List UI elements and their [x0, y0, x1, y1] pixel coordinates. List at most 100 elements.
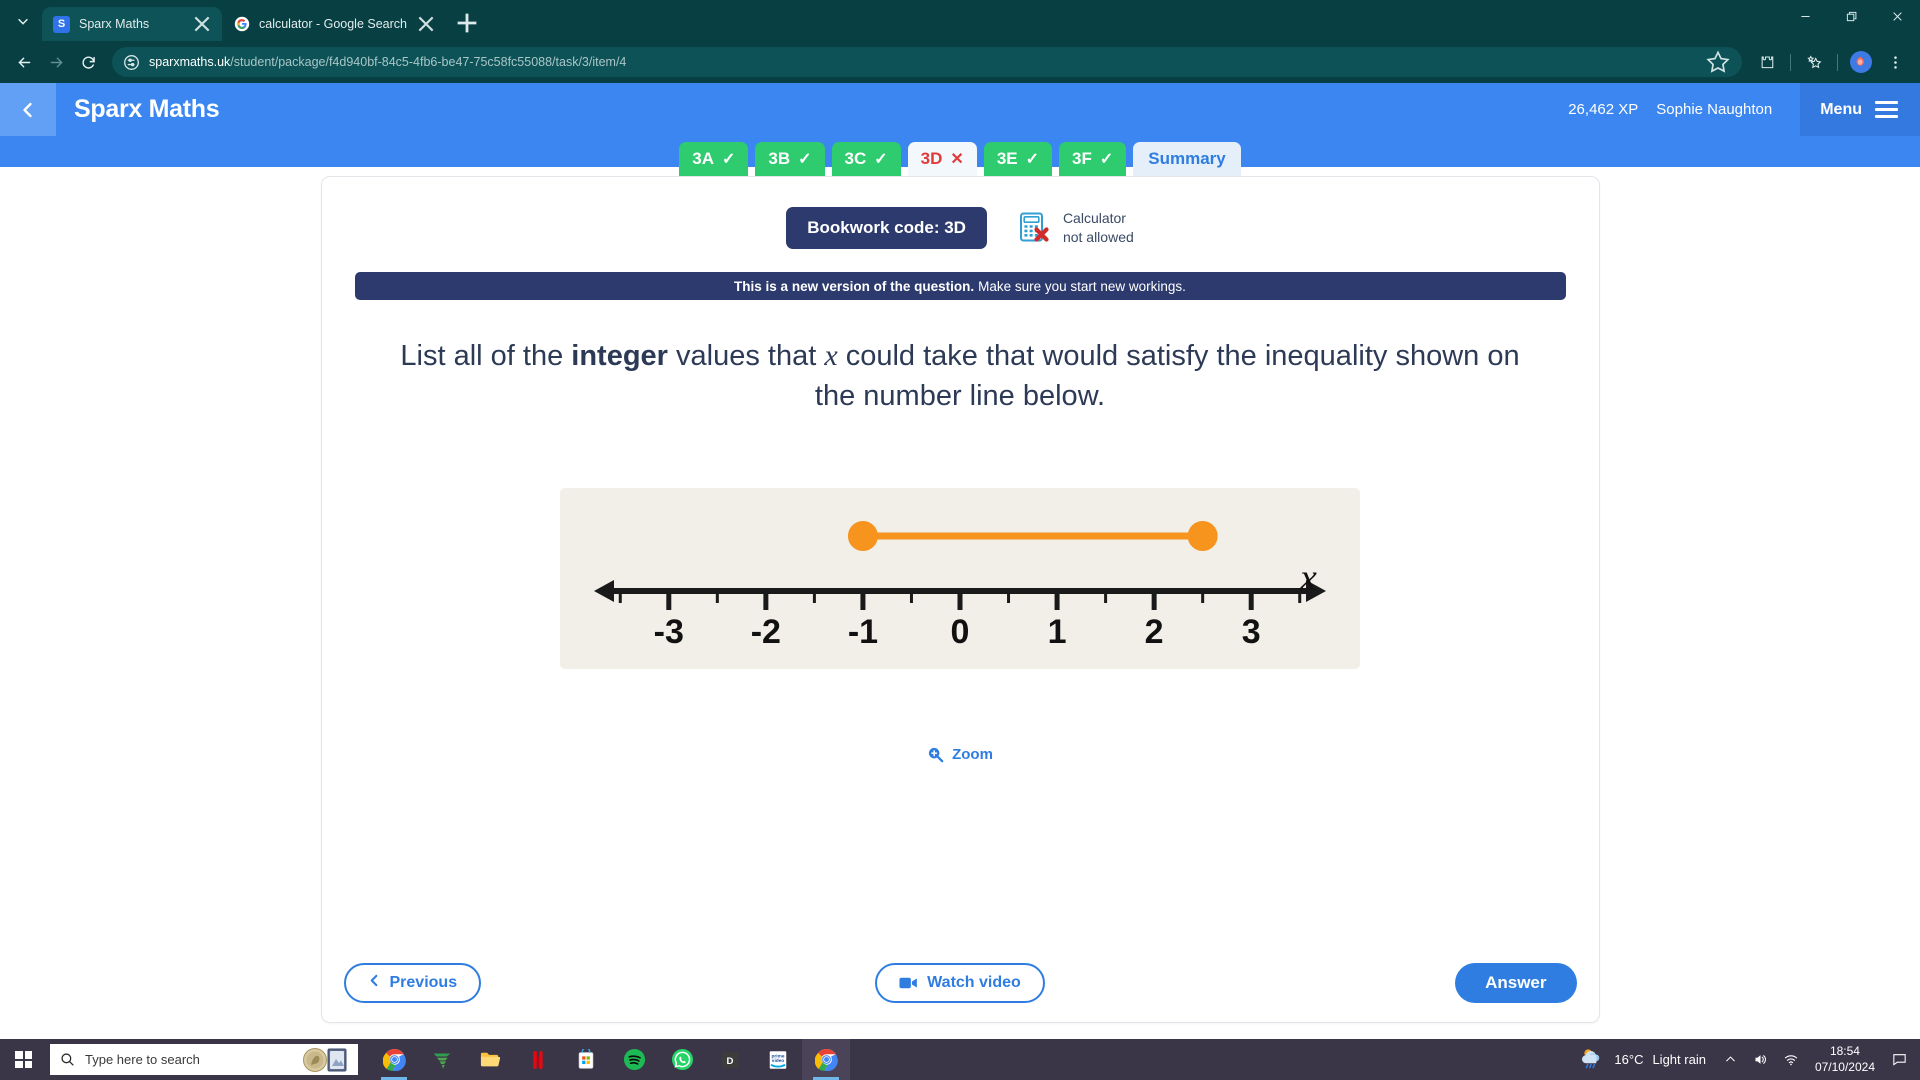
tab-3d[interactable]: 3D ✕ [907, 142, 977, 176]
calculator-line1: Calculator [1062, 210, 1126, 227]
profile-avatar[interactable] [1845, 46, 1877, 78]
toolbar-divider [1837, 53, 1838, 71]
volume-icon[interactable] [1746, 1039, 1776, 1080]
prompt-bold: integer [571, 340, 668, 372]
tab-label: 3D [920, 149, 943, 168]
restore-icon[interactable] [1828, 0, 1874, 33]
browser-window: S Sparx Maths calculator - Google Search [0, 0, 1920, 1039]
chevron-up-icon[interactable] [1716, 1039, 1746, 1080]
number-line-figure-wrap: -3 -2 -1 0 1 2 3 x [322, 488, 1599, 670]
browser-tab-strip: S Sparx Maths calculator - Google Search [0, 0, 1920, 41]
tab-title: calculator - Google Search [259, 17, 407, 31]
tab-3f[interactable]: 3F ✓ [1059, 142, 1127, 176]
taskbar-app-chrome-icon[interactable] [370, 1039, 418, 1080]
taskbar-app-netflix-icon[interactable] [514, 1039, 562, 1080]
google-g-icon [233, 16, 250, 33]
notification-icon[interactable] [1884, 1039, 1914, 1080]
close-icon[interactable] [1874, 0, 1920, 33]
browser-tab-sparx-maths[interactable]: S Sparx Maths [42, 7, 222, 41]
reload-icon[interactable] [73, 47, 103, 77]
check-icon: ✓ [1099, 151, 1114, 168]
number-line-svg: -3 -2 -1 0 1 2 3 x [594, 521, 1326, 651]
sparx-logo: Sparx Maths [74, 95, 220, 123]
tab-summary[interactable]: Summary [1133, 142, 1241, 176]
clock-date: 07/10/2024 [1814, 1059, 1875, 1074]
clock[interactable]: 18:54 07/10/2024 [1806, 1044, 1884, 1075]
taskbar-app-prime-video-icon[interactable]: prime video [754, 1039, 802, 1080]
search-input[interactable]: Type here to search [50, 1044, 358, 1075]
weather-description: Light rain [1652, 1052, 1706, 1067]
forward-arrow-icon[interactable] [41, 47, 71, 77]
segment-endpoint-right [1187, 521, 1218, 552]
sparkle-star-icon[interactable] [1798, 46, 1830, 78]
close-icon[interactable] [192, 14, 212, 34]
avatar [1850, 51, 1872, 73]
prompt-part1: List all of the [400, 340, 572, 372]
taskbar-app-whatsapp-icon[interactable] [658, 1039, 706, 1080]
taskbar-app-microsoft-store-icon[interactable] [562, 1039, 610, 1080]
extensions-puzzle-icon[interactable] [1751, 46, 1783, 78]
tab-3c[interactable]: 3C ✓ [831, 142, 901, 176]
search-placeholder: Type here to search [85, 1052, 200, 1067]
browser-tab-google-search[interactable]: calculator - Google Search [222, 7, 446, 41]
xp-counter: 26,462 XP [1568, 101, 1639, 118]
tab-label: 3F [1072, 149, 1092, 168]
previous-label: Previous [389, 974, 458, 991]
number-line-figure: -3 -2 -1 0 1 2 3 x [560, 488, 1360, 670]
weather-temperature: 16°C [1614, 1052, 1644, 1067]
weather-widget[interactable]: 16°C Light rain [1568, 1046, 1716, 1074]
tab-3b[interactable]: 3B ✓ [755, 142, 825, 176]
tab-3e[interactable]: 3E ✓ [983, 142, 1053, 176]
question-tabbar: 3A ✓ 3B ✓ 3C ✓ 3D ✕ 3E ✓ 3F ✓ Summary [0, 142, 1920, 176]
zoom-in-magnifier-icon [927, 746, 944, 763]
tick-label: -3 [654, 613, 684, 651]
address-bar[interactable]: sparxmaths.uk/student/package/f4d940bf-8… [112, 47, 1742, 77]
wifi-icon[interactable] [1776, 1039, 1806, 1080]
close-icon[interactable] [416, 14, 436, 34]
taskbar-app-chrome-active-icon[interactable] [802, 1039, 850, 1080]
taskbar-app-discord-d-icon[interactable]: D [706, 1039, 754, 1080]
back-button[interactable] [0, 83, 56, 136]
previous-button[interactable]: Previous [343, 963, 482, 1003]
cross-icon: ✕ [950, 151, 964, 168]
bookwork-code-badge: Bookwork code: 3D [786, 207, 987, 249]
calculator-line2: not allowed [1062, 229, 1134, 245]
card-footer: Previous Watch video Answer [322, 944, 1599, 1022]
windows-logo-icon[interactable] [0, 1039, 47, 1080]
banner-bold-text: This is a new version of the question. [734, 278, 975, 294]
banner-rest-text: Make sure you start new workings. [978, 278, 1186, 294]
watch-video-label: Watch video [927, 974, 1021, 991]
tab-title: Sparx Maths [79, 17, 150, 31]
taskbar-app-weather-tornado-icon[interactable] [418, 1039, 466, 1080]
watch-video-button[interactable]: Watch video [875, 963, 1045, 1003]
url-host: sparxmaths.uk [149, 55, 231, 69]
tab-search-button[interactable] [4, 4, 42, 38]
card-top-row: Bookwork code: 3D Calculator not allowed [322, 177, 1599, 249]
answer-button[interactable]: Answer [1455, 963, 1577, 1003]
axis-label-x: x [1299, 557, 1317, 599]
menu-button[interactable]: Menu [1800, 83, 1920, 136]
question-tabbar-background: 3A ✓ 3B ✓ 3C ✓ 3D ✕ 3E ✓ 3F ✓ Summary [0, 136, 1920, 176]
system-tray: 16°C Light rain 18:54 07/10/2024 [1568, 1039, 1920, 1080]
star-outline-icon[interactable] [1705, 49, 1731, 75]
svg-text:D: D [727, 1056, 734, 1067]
check-icon: ✓ [1025, 151, 1040, 168]
new-tab-button[interactable] [452, 8, 482, 38]
back-arrow-icon[interactable] [9, 47, 39, 77]
tab-label: 3B [768, 149, 791, 168]
tab-3a[interactable]: 3A ✓ [679, 142, 749, 176]
zoom-link[interactable]: Zoom [322, 746, 1599, 763]
minimize-icon[interactable] [1782, 0, 1828, 33]
tab-label: 3C [844, 149, 867, 168]
taskbar-app-spotify-icon[interactable] [610, 1039, 658, 1080]
taskbar-apps: D prime video [370, 1039, 850, 1080]
sparx-header: Sparx Maths 26,462 XP Sophie Naughton Me… [0, 83, 1920, 136]
prompt-part2: values that [667, 340, 825, 372]
three-dot-menu-icon[interactable] [1879, 46, 1911, 78]
weather-icon [1578, 1046, 1605, 1074]
url-path: /student/package/f4d940bf-84c5-4fb6-be47… [230, 55, 627, 69]
hamburger-icon [1875, 101, 1898, 118]
taskbar-app-file-explorer-icon[interactable] [466, 1039, 514, 1080]
browser-toolbar: sparxmaths.uk/student/package/f4d940bf-8… [0, 41, 1920, 83]
check-icon: ✓ [874, 151, 888, 168]
